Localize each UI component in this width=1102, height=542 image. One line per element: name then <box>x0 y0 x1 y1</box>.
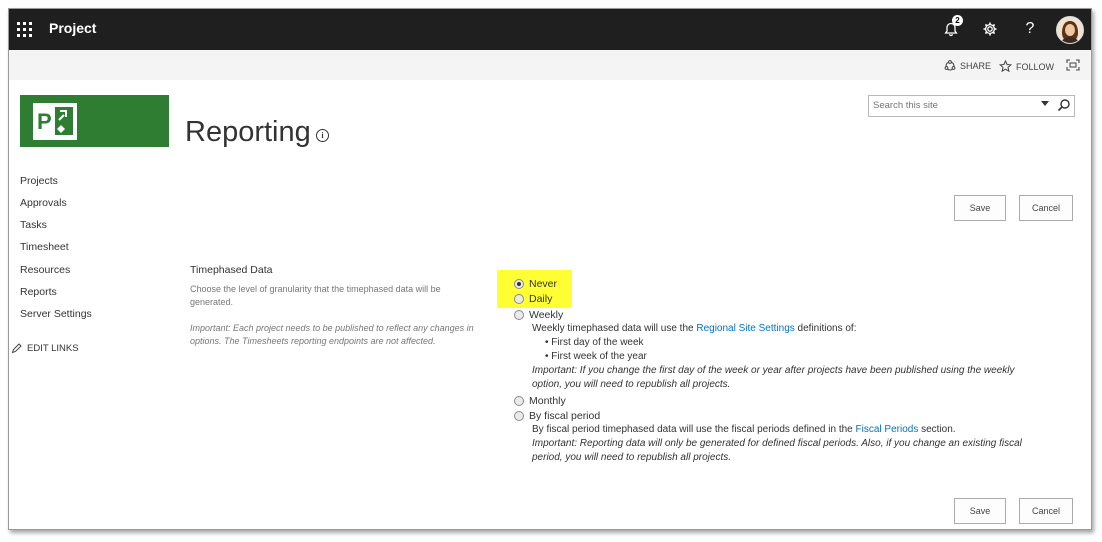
save-button-top[interactable]: Save <box>954 195 1006 221</box>
nav-item-timesheet[interactable]: Timesheet <box>20 241 69 253</box>
pencil-icon <box>11 343 22 354</box>
ribbon-bar: SHARE FOLLOW <box>9 50 1091 80</box>
help-icon[interactable]: ? <box>1018 17 1042 41</box>
notification-count-badge: 2 <box>952 15 963 26</box>
fiscal-desc-suffix: section. <box>918 424 956 435</box>
user-avatar[interactable] <box>1056 16 1084 44</box>
nav-item-approvals[interactable]: Approvals <box>20 197 67 209</box>
edit-links-label: EDIT LINKS <box>27 343 79 354</box>
project-logo-icon: P <box>20 95 169 147</box>
project-site-logo[interactable]: P <box>20 95 169 147</box>
settings-gear-icon[interactable] <box>978 17 1002 41</box>
weekly-desc-suffix: definitions of: <box>794 323 857 334</box>
radio-daily[interactable] <box>514 294 524 304</box>
page-title: Reporting <box>185 116 311 148</box>
radio-monthly[interactable] <box>514 396 524 406</box>
option-weekly[interactable]: Weekly <box>514 309 563 321</box>
radio-fiscal[interactable] <box>514 411 524 421</box>
radio-weekly[interactable] <box>514 310 524 320</box>
weekly-description: Weekly timephased data will use the Regi… <box>532 323 856 334</box>
weekly-note-line-1: Important: If you change the first day o… <box>532 365 1015 376</box>
notifications-bell-icon[interactable]: 2 <box>939 15 963 41</box>
fiscal-note-line-2: period, you will need to republish all p… <box>532 452 731 463</box>
share-icon <box>944 60 956 71</box>
weekly-bullet-1: • First day of the week <box>545 337 644 348</box>
option-monthly-label: Monthly <box>529 395 566 407</box>
cancel-button-top[interactable]: Cancel <box>1019 195 1073 221</box>
star-icon <box>999 60 1012 73</box>
weekly-note-line-2: option, you will need to republish all p… <box>532 379 731 390</box>
search-scope-dropdown-icon[interactable] <box>1041 101 1049 106</box>
weekly-desc-prefix: Weekly timephased data will use the <box>532 323 697 334</box>
cancel-button-bottom[interactable]: Cancel <box>1019 498 1073 524</box>
weekly-bullet-2-text: First week of the year <box>551 351 647 362</box>
focus-content-icon <box>1066 59 1080 71</box>
fiscal-note-line-1: Important: Reporting data will only be g… <box>532 438 1022 449</box>
edit-links-button[interactable]: EDIT LINKS <box>11 343 79 354</box>
option-fiscal[interactable]: By fiscal period <box>514 410 600 422</box>
nav-item-server-settings[interactable]: Server Settings <box>20 308 92 320</box>
app-title[interactable]: Project <box>49 20 96 36</box>
focus-on-content-button[interactable] <box>1066 59 1080 71</box>
section-title: Timephased Data <box>190 264 273 276</box>
option-never[interactable]: Never <box>514 278 557 290</box>
fiscal-periods-link[interactable]: Fiscal Periods <box>856 424 919 435</box>
share-button[interactable]: SHARE <box>944 60 991 72</box>
option-weekly-label: Weekly <box>529 309 564 321</box>
site-search-box <box>868 95 1075 117</box>
follow-label: FOLLOW <box>1016 61 1055 72</box>
option-daily-label: Daily <box>529 293 553 305</box>
nav-item-projects[interactable]: Projects <box>20 175 58 187</box>
weekly-bullet-2: • First week of the year <box>545 351 647 362</box>
option-monthly[interactable]: Monthly <box>514 395 566 407</box>
info-icon[interactable]: i <box>316 129 329 142</box>
app-launcher-icon[interactable] <box>17 22 33 38</box>
search-input[interactable] <box>869 96 1042 114</box>
follow-button[interactable]: FOLLOW <box>999 60 1054 73</box>
option-daily[interactable]: Daily <box>514 293 552 305</box>
nav-item-tasks[interactable]: Tasks <box>20 219 47 231</box>
fiscal-description: By fiscal period timephased data will us… <box>532 424 956 435</box>
option-never-label: Never <box>529 278 558 290</box>
search-icon[interactable] <box>1057 98 1071 112</box>
sharepoint-window: Project 2 ? SHARE FOLLOW P Reporting i S… <box>8 8 1092 530</box>
help-glyph: ? <box>1025 20 1035 37</box>
regional-site-settings-link[interactable]: Regional Site Settings <box>696 323 794 334</box>
section-note: Important: Each project needs to be publ… <box>190 323 474 346</box>
fiscal-desc-prefix: By fiscal period timephased data will us… <box>532 424 856 435</box>
suite-bar: Project 2 ? <box>9 9 1091 50</box>
option-fiscal-label: By fiscal period <box>529 410 601 422</box>
save-button-bottom[interactable]: Save <box>954 498 1006 524</box>
section-description: Choose the level of granularity that the… <box>190 284 441 307</box>
nav-item-reports[interactable]: Reports <box>20 286 57 298</box>
svg-text:P: P <box>37 109 52 134</box>
nav-item-resources[interactable]: Resources <box>20 264 70 276</box>
share-label: SHARE <box>960 61 992 71</box>
weekly-bullet-1-text: First day of the week <box>551 337 644 348</box>
radio-never[interactable] <box>514 279 524 289</box>
